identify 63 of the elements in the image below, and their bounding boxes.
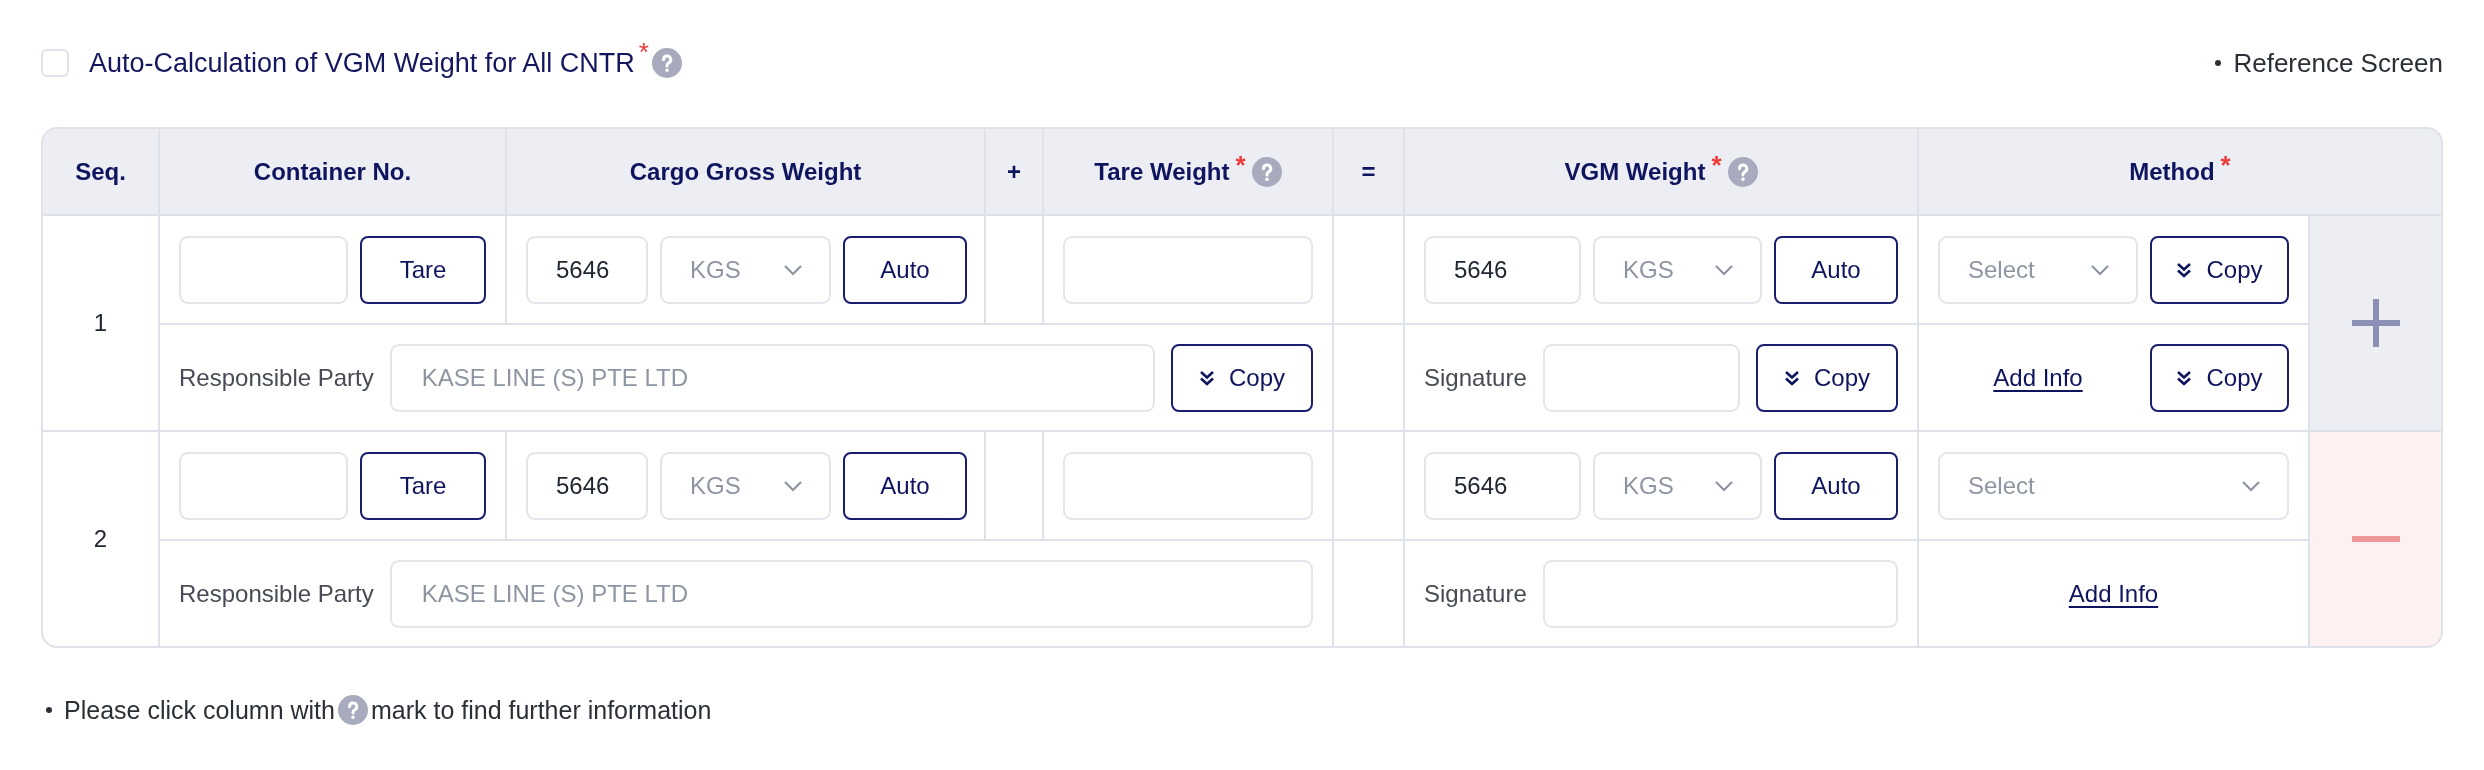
field-label: Responsible Party bbox=[179, 363, 374, 392]
auto-button[interactable]: Auto bbox=[843, 451, 967, 520]
double-chevron-down-icon bbox=[1199, 369, 1215, 386]
double-chevron-down-icon bbox=[2176, 369, 2193, 386]
chevron-down-icon bbox=[783, 263, 803, 276]
tare-weight-input[interactable] bbox=[1063, 451, 1313, 520]
remove-row-button[interactable] bbox=[2310, 432, 2441, 646]
required-mark: * bbox=[638, 42, 649, 62]
minus-icon bbox=[2351, 536, 2400, 542]
bullet-icon bbox=[2215, 60, 2222, 66]
help-icon[interactable] bbox=[651, 48, 682, 78]
note-text: Please click column with bbox=[64, 695, 335, 725]
column-title: Tare Weight bbox=[1094, 157, 1230, 186]
cargo-weight-input[interactable]: 5646 bbox=[526, 451, 648, 520]
add-info-link[interactable]: Add Info bbox=[2068, 579, 2159, 608]
checkbox[interactable] bbox=[41, 49, 69, 77]
column-title: VGM Weight bbox=[1564, 157, 1706, 186]
vgm-weight-input[interactable]: 5646 bbox=[1424, 235, 1581, 304]
note-text: mark to find further information bbox=[370, 695, 712, 725]
vgm-weight-input[interactable]: 5646 bbox=[1424, 451, 1581, 520]
copy-button[interactable]: Copy bbox=[2150, 343, 2289, 412]
field-label: Signature bbox=[1424, 579, 1527, 608]
add-info-link[interactable]: Add Info bbox=[1993, 363, 2083, 392]
tare-button[interactable]: Tare bbox=[360, 235, 486, 304]
help-icon[interactable] bbox=[1251, 156, 1282, 187]
chevron-down-icon bbox=[1714, 479, 1734, 492]
double-chevron-down-icon bbox=[2176, 261, 2193, 278]
checkbox-label: Auto-Calculation of VGM Weight for All CNTR bbox=[89, 47, 635, 79]
signature-input[interactable] bbox=[1542, 343, 1740, 412]
tare-weight-input[interactable] bbox=[1063, 235, 1313, 304]
container-number-input[interactable] bbox=[179, 451, 348, 520]
column-title: Cargo Gross Weight bbox=[629, 157, 862, 186]
column-title: Container No. bbox=[253, 157, 412, 186]
required-mark: * bbox=[1711, 154, 1722, 175]
auto-button[interactable]: Auto bbox=[1774, 451, 1898, 520]
signature-input[interactable] bbox=[1542, 559, 1898, 628]
cargo-weight-input[interactable]: 5646 bbox=[526, 235, 648, 304]
plus-icon bbox=[2351, 299, 2400, 347]
field-label: Responsible Party bbox=[179, 579, 374, 608]
help-icon[interactable] bbox=[1727, 156, 1758, 187]
tare-button[interactable]: Tare bbox=[360, 451, 486, 520]
auto-button[interactable]: Auto bbox=[843, 235, 967, 304]
bullet-icon bbox=[46, 707, 52, 713]
chevron-down-icon bbox=[2241, 479, 2261, 492]
column-title: + bbox=[1007, 157, 1021, 186]
chevron-down-icon bbox=[2090, 263, 2110, 276]
copy-button[interactable]: Copy bbox=[2150, 235, 2289, 304]
required-mark: * bbox=[2220, 154, 2231, 175]
required-mark: * bbox=[1235, 154, 1246, 175]
column-title: Seq. bbox=[75, 157, 126, 186]
column-title: = bbox=[1361, 157, 1376, 186]
chevron-down-icon bbox=[783, 479, 803, 492]
field-label: Signature bbox=[1424, 363, 1527, 392]
copy-button[interactable]: Copy bbox=[1756, 343, 1898, 412]
container-number-input[interactable] bbox=[179, 235, 348, 304]
double-chevron-down-icon bbox=[1784, 369, 1800, 386]
column-title: Method bbox=[2129, 157, 2215, 186]
reference-screen-link[interactable]: Reference Screen bbox=[2233, 47, 2443, 79]
chevron-down-icon bbox=[1714, 263, 1734, 276]
row-number: 1 bbox=[93, 309, 108, 337]
add-row-button[interactable] bbox=[2310, 216, 2441, 430]
row-number: 2 bbox=[93, 525, 108, 553]
auto-button[interactable]: Auto bbox=[1774, 235, 1898, 304]
